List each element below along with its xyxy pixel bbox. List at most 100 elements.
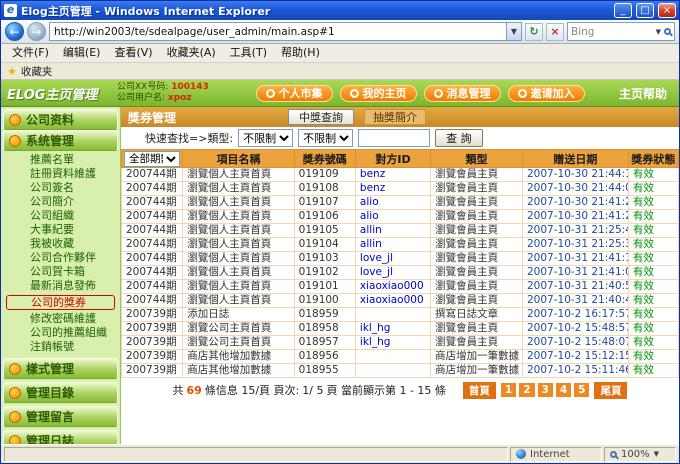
sidebar-item[interactable]: 我被收藏 bbox=[3, 237, 118, 251]
sidebar-item[interactable]: 公司簡介 bbox=[3, 195, 118, 209]
menu-item[interactable]: 工具(T) bbox=[223, 44, 274, 62]
cell-target-id[interactable]: xiaoxiao000 bbox=[355, 280, 430, 294]
type-select-1[interactable]: 不限制 bbox=[238, 129, 293, 147]
cell-target-id[interactable]: love_jl bbox=[355, 266, 430, 280]
page-number-button[interactable]: 3 bbox=[538, 383, 553, 397]
header-nav-button[interactable]: 个人市集 bbox=[256, 85, 333, 102]
address-field[interactable]: http://win2003/te/sdealpage/user_admin/m… bbox=[49, 22, 522, 41]
header-nav-button[interactable]: 消息管理 bbox=[424, 85, 501, 102]
cell-target-id[interactable]: alio bbox=[355, 210, 430, 224]
cell-target-id[interactable] bbox=[355, 308, 430, 322]
cell-period: 200744期 bbox=[122, 210, 183, 224]
keyword-input[interactable] bbox=[358, 129, 430, 147]
status-zoom-panel[interactable]: 100% ▼ bbox=[604, 447, 676, 462]
table-body: 200744期 瀏覽個人主頁首頁 019109 benz 瀏覽會員主頁 2007… bbox=[122, 168, 679, 378]
minimize-button[interactable]: _ bbox=[614, 3, 632, 18]
cell-target-id[interactable]: xiaoxiao000 bbox=[355, 294, 430, 308]
zoom-dropdown-icon[interactable]: ▼ bbox=[654, 450, 659, 458]
favorites-label[interactable]: 收藏夹 bbox=[21, 64, 53, 79]
sidebar-item[interactable]: 大事紀要 bbox=[3, 223, 118, 237]
sidebar-items: 推薦名單註冊資料維護公司簽名公司簡介公司組織大事紀要我被收藏公司合作夥伴公司賀卡… bbox=[3, 153, 118, 293]
cell-date: 2007-10-2 15:48:07 bbox=[523, 336, 629, 350]
cell-target-id[interactable]: love_jl bbox=[355, 252, 430, 266]
cell-target-id[interactable]: alio bbox=[355, 196, 430, 210]
type-select-2[interactable]: 不限制 bbox=[298, 129, 353, 147]
sidebar-section-header[interactable]: 公司资料 bbox=[3, 109, 118, 130]
cell-status: 有效 bbox=[628, 350, 678, 364]
page-number-button[interactable]: 1 bbox=[501, 383, 516, 397]
sidebar-section-header[interactable]: 管理留言 bbox=[3, 406, 118, 427]
table-row: 200739期 添加日誌 018959 撰寫日誌文章 2007-10-2 16:… bbox=[122, 308, 679, 322]
address-dropdown-icon[interactable]: ▼ bbox=[506, 23, 521, 40]
status-zone-panel: Internet bbox=[510, 447, 602, 462]
sidebar-item[interactable]: 注銷帳號 bbox=[3, 340, 118, 354]
sidebar-item[interactable]: 公司合作夥伴 bbox=[3, 251, 118, 265]
close-button[interactable]: × bbox=[658, 3, 676, 18]
sidebar-item-active[interactable]: 公司的獎券 bbox=[6, 295, 115, 310]
menu-item[interactable]: 帮助(H) bbox=[274, 44, 327, 62]
search-icon[interactable] bbox=[664, 28, 671, 35]
stop-button[interactable]: × bbox=[546, 23, 564, 41]
cell-type: 瀏覽會員主頁 bbox=[431, 280, 523, 294]
cell-ticket-no: 019108 bbox=[294, 182, 355, 196]
header-nav-label: 消息管理 bbox=[447, 85, 491, 101]
cell-target-id[interactable] bbox=[355, 350, 430, 364]
cell-period: 200739期 bbox=[122, 322, 183, 336]
content: 公司资料 系统管理 推薦名單註冊資料維護公司簽名公司簡介公司組織大事紀要我被收藏… bbox=[1, 107, 679, 444]
cell-period: 200739期 bbox=[122, 336, 183, 350]
table-row: 200744期 瀏覽個人主頁首頁 019104 allin 瀏覽會員主頁 200… bbox=[122, 238, 679, 252]
cell-status: 有效 bbox=[628, 224, 678, 238]
help-link[interactable]: 主页帮助 bbox=[607, 85, 679, 102]
cell-target-id[interactable]: benz bbox=[355, 168, 430, 182]
sidebar-item[interactable]: 修改密碼維護 bbox=[3, 312, 118, 326]
favorites-star-icon[interactable]: ★ bbox=[7, 65, 17, 78]
cell-target-id[interactable]: ikl_hg bbox=[355, 322, 430, 336]
cell-type: 瀏覽會員主頁 bbox=[431, 266, 523, 280]
cell-item-name: 瀏覽個人主頁首頁 bbox=[183, 182, 294, 196]
first-page-button[interactable]: 首頁 bbox=[463, 382, 496, 399]
cell-date: 2007-10-30 21:41:21 bbox=[523, 210, 629, 224]
company-no-label: 公司XX号码: bbox=[117, 82, 168, 92]
maximize-button[interactable]: □ bbox=[636, 3, 654, 18]
sidebar-item[interactable]: 公司組織 bbox=[3, 209, 118, 223]
table-row: 200744期 瀏覽個人主頁首頁 019102 love_jl 瀏覽會員主頁 2… bbox=[122, 266, 679, 280]
draw-intro-button[interactable]: 抽獎簡介 bbox=[364, 109, 426, 125]
cell-target-id[interactable]: allin bbox=[355, 224, 430, 238]
cell-target-id[interactable] bbox=[355, 364, 430, 378]
period-filter-select[interactable]: 全部期數 bbox=[124, 151, 180, 167]
search-input[interactable]: Bing ▼ bbox=[567, 22, 675, 41]
sidebar-section-header[interactable]: 樣式管理 bbox=[3, 358, 118, 379]
menu-item[interactable]: 文件(F) bbox=[5, 44, 56, 62]
win-query-button[interactable]: 中獎查詢 bbox=[288, 109, 354, 125]
query-button[interactable]: 查 詢 bbox=[435, 129, 483, 147]
sidebar-item[interactable]: 最新消息發佈 bbox=[3, 279, 118, 293]
search-dropdown-icon[interactable]: ▼ bbox=[656, 28, 661, 36]
last-page-button[interactable]: 尾頁 bbox=[594, 382, 627, 399]
page-number-button[interactable]: 4 bbox=[556, 383, 571, 397]
menu-item[interactable]: 查看(V) bbox=[107, 44, 159, 62]
cell-ticket-no: 019101 bbox=[294, 280, 355, 294]
sun-icon bbox=[9, 363, 21, 375]
forward-button[interactable]: → bbox=[27, 22, 46, 41]
sidebar-item[interactable]: 公司賀卡箱 bbox=[3, 265, 118, 279]
cell-status: 有效 bbox=[628, 238, 678, 252]
cell-target-id[interactable]: allin bbox=[355, 238, 430, 252]
cell-date: 2007-10-31 21:25:42 bbox=[523, 224, 629, 238]
sidebar-section-header[interactable]: 管理目錄 bbox=[3, 382, 118, 403]
column-header: 獎券號碼 bbox=[294, 150, 355, 168]
refresh-button[interactable]: ↻ bbox=[525, 23, 543, 41]
sidebar-item[interactable]: 註冊資料維護 bbox=[3, 167, 118, 181]
back-button[interactable]: ← bbox=[5, 22, 24, 41]
cell-target-id[interactable]: ikl_hg bbox=[355, 336, 430, 350]
menu-item[interactable]: 收藏夹(A) bbox=[160, 44, 223, 62]
header-nav-button[interactable]: 邀请加入 bbox=[508, 85, 585, 102]
cell-target-id[interactable]: benz bbox=[355, 182, 430, 196]
header-nav-button[interactable]: 我的主页 bbox=[340, 85, 417, 102]
page-number-button[interactable]: 5 bbox=[574, 383, 589, 397]
sidebar-item[interactable]: 公司簽名 bbox=[3, 181, 118, 195]
sidebar-section-header[interactable]: 系统管理 bbox=[3, 130, 118, 151]
menu-item[interactable]: 编辑(E) bbox=[56, 44, 108, 62]
sidebar-item[interactable]: 推薦名單 bbox=[3, 153, 118, 167]
page-number-button[interactable]: 2 bbox=[519, 383, 534, 397]
sidebar-item[interactable]: 公司的推薦組織 bbox=[3, 326, 118, 340]
